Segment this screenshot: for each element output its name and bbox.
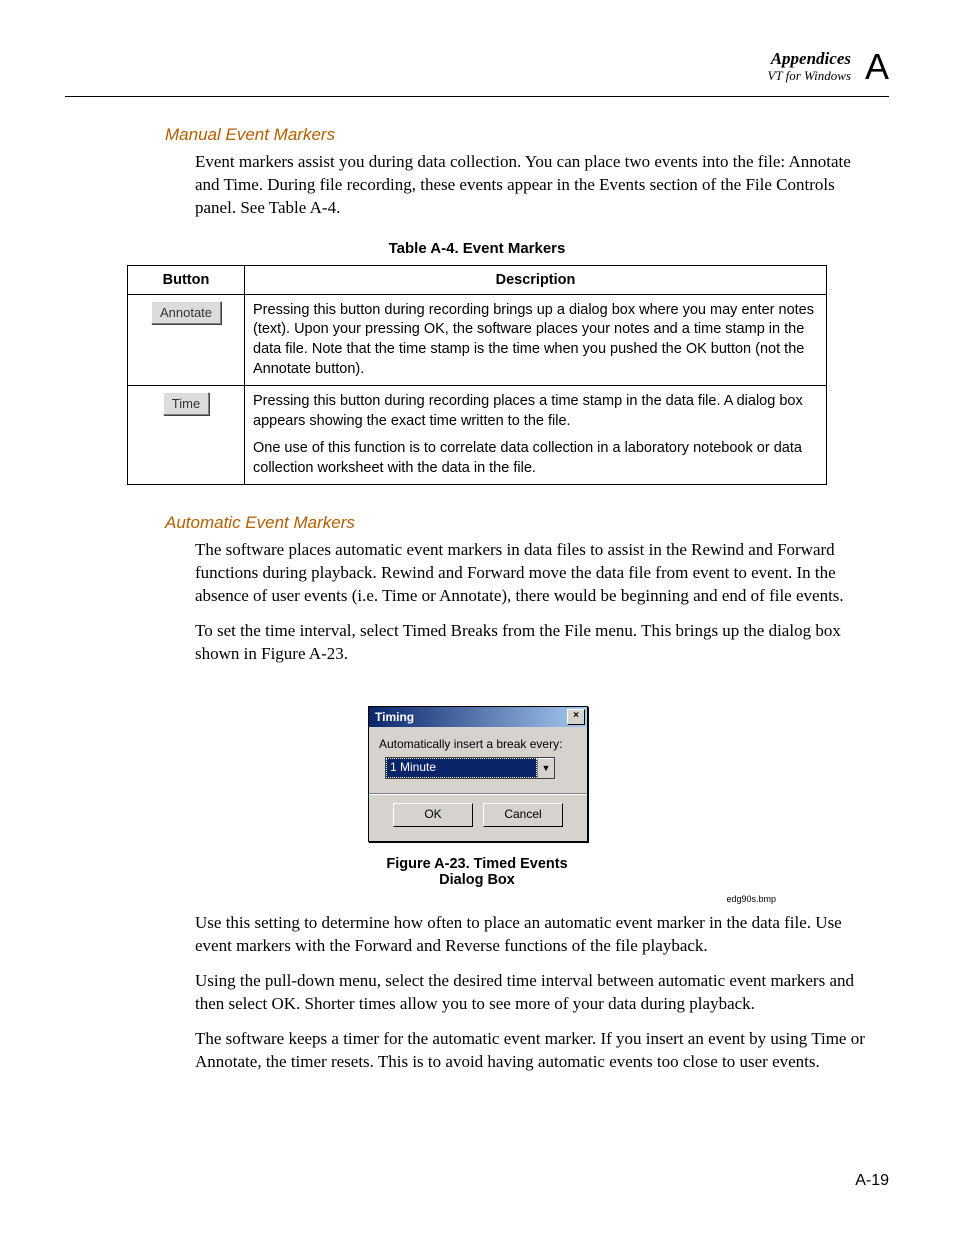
figure-caption: Figure A-23. Timed Events Dialog Box xyxy=(368,856,586,888)
description-cell: Pressing this button during recording pl… xyxy=(245,386,827,485)
dialog-body: Automatically insert a break every: 1 Mi… xyxy=(369,727,587,841)
button-cell: Annotate xyxy=(128,294,245,385)
table-header-row: Button Description xyxy=(128,265,827,294)
time-button[interactable]: Time xyxy=(163,392,209,415)
dialog-label: Automatically insert a break every: xyxy=(379,737,577,751)
header-title: Appendices xyxy=(767,50,851,69)
figure-source-filename: edg90s.bmp xyxy=(726,894,776,904)
annotate-button[interactable]: Annotate xyxy=(151,301,221,324)
header-subtitle: VT for Windows xyxy=(767,69,851,83)
description-text: Pressing this button during recording br… xyxy=(253,301,818,379)
col-header-description: Description xyxy=(245,265,827,294)
table-row: Annotate Pressing this button during rec… xyxy=(128,294,827,385)
ok-button[interactable]: OK xyxy=(393,803,473,827)
timing-dialog: Timing × Automatically insert a break ev… xyxy=(368,706,588,842)
header-appendix-letter: A xyxy=(865,46,889,88)
heading-manual-event-markers: Manual Event Markers xyxy=(165,125,889,145)
table-caption: Table A-4. Event Markers xyxy=(65,240,889,257)
page-number: A-19 xyxy=(855,1172,889,1190)
description-cell: Pressing this button during recording br… xyxy=(245,294,827,385)
paragraph: The software places automatic event mark… xyxy=(195,539,875,608)
paragraph: Using the pull-down menu, select the des… xyxy=(195,970,875,1016)
description-text: Pressing this button during recording pl… xyxy=(253,392,818,431)
figure-timed-events-dialog: Timing × Automatically insert a break ev… xyxy=(368,706,586,888)
description-text: One use of this function is to correlate… xyxy=(253,439,818,478)
paragraph: Event markers assist you during data col… xyxy=(195,151,875,220)
interval-combobox[interactable]: 1 Minute ▼ xyxy=(385,757,555,779)
dialog-title-text: Timing xyxy=(375,710,414,724)
table-row: Time Pressing this button during recordi… xyxy=(128,386,827,485)
event-markers-table: Button Description Annotate Pressing thi… xyxy=(127,265,827,486)
paragraph: The software keeps a timer for the autom… xyxy=(195,1028,875,1074)
dialog-separator xyxy=(369,793,587,795)
dialog-button-row: OK Cancel xyxy=(379,803,577,833)
close-icon[interactable]: × xyxy=(567,709,585,725)
button-cell: Time xyxy=(128,386,245,485)
header-text-block: Appendices VT for Windows xyxy=(767,50,851,83)
dialog-titlebar: Timing × xyxy=(369,707,587,727)
page-header: Appendices VT for Windows A xyxy=(65,50,889,97)
paragraph: To set the time interval, select Timed B… xyxy=(195,620,875,666)
paragraph: Use this setting to determine how often … xyxy=(195,912,875,958)
page: Appendices VT for Windows A Manual Event… xyxy=(0,0,954,1235)
cancel-button[interactable]: Cancel xyxy=(483,803,563,827)
chevron-down-icon[interactable]: ▼ xyxy=(537,758,554,778)
col-header-button: Button xyxy=(128,265,245,294)
combobox-value: 1 Minute xyxy=(386,758,537,778)
heading-automatic-event-markers: Automatic Event Markers xyxy=(165,513,889,533)
